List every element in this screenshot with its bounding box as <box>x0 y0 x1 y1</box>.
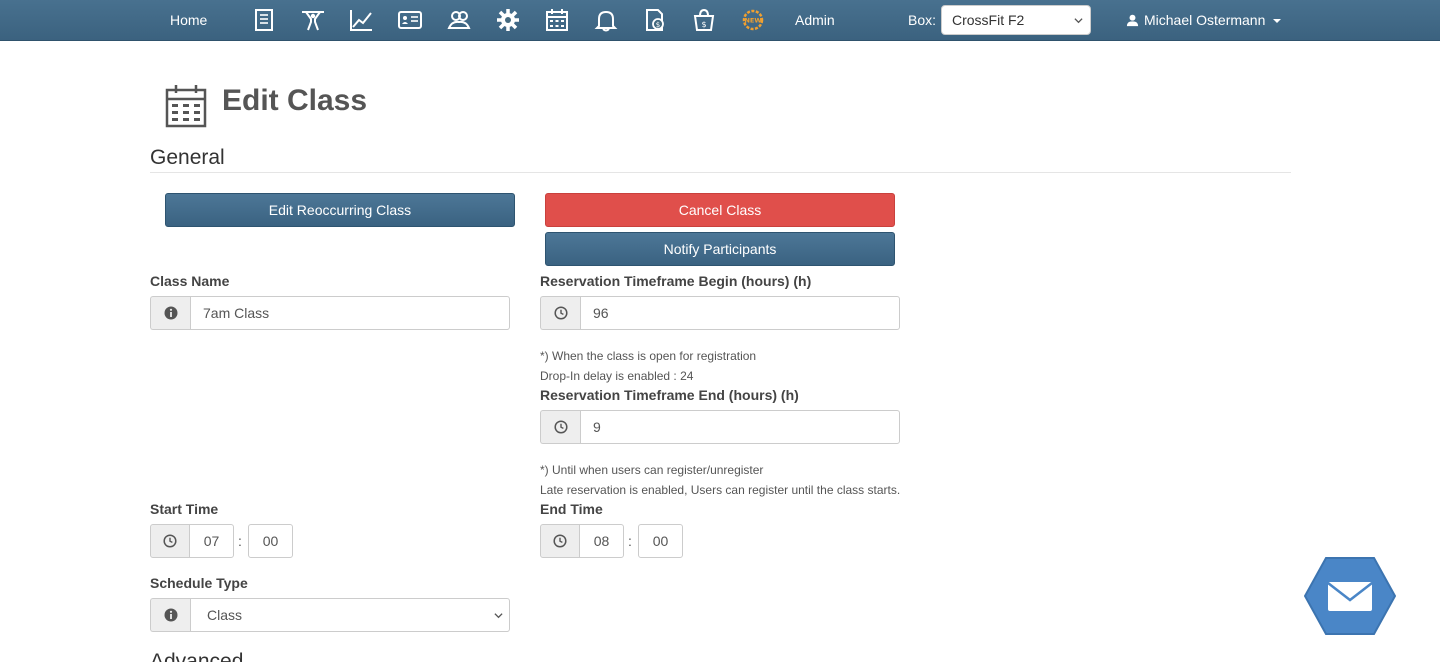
top-navbar: Home $ $ NEW Admin Box: CrossFit F2 Mich… <box>0 0 1440 41</box>
box-label: Box: <box>908 12 937 28</box>
reservation-end-label: Reservation Timeframe End (hours) (h) <box>540 387 799 403</box>
end-time-separator: : <box>628 533 632 549</box>
start-hour-input[interactable]: 07 <box>189 524 234 558</box>
new-badge-text: NEW <box>744 17 761 25</box>
bell-icon[interactable] <box>593 8 619 32</box>
box-select[interactable]: CrossFit F2 <box>941 5 1091 35</box>
schedule-type-group: Class <box>150 598 510 632</box>
chart-icon[interactable] <box>348 8 374 32</box>
user-name: Michael Ostermann <box>1144 12 1266 28</box>
section-heading-advanced: Advanced <box>150 650 244 662</box>
end-hour-input[interactable]: 08 <box>579 524 624 558</box>
class-name-input[interactable]: 7am Class <box>190 296 510 330</box>
schedule-type-label: Schedule Type <box>150 575 248 591</box>
calendar-icon[interactable] <box>544 8 570 32</box>
section-heading-general: General <box>150 146 225 169</box>
caret-down-icon <box>1273 19 1282 23</box>
section-divider <box>150 172 1291 173</box>
page-title: Edit Class <box>222 84 368 117</box>
edit-reoccurring-class-button[interactable]: Edit Reoccurring Class <box>165 193 515 227</box>
shopping-bag-icon[interactable]: $ <box>691 8 717 32</box>
user-menu[interactable]: Michael Ostermann <box>1126 12 1282 28</box>
info-icon <box>164 306 177 320</box>
reservation-begin-input[interactable]: 96 <box>580 296 900 330</box>
end-time-addon <box>540 524 580 558</box>
clock-icon <box>553 420 568 434</box>
chevron-down-icon <box>494 613 503 619</box>
reservation-end-help: *) Until when users can register/unregis… <box>540 463 764 477</box>
reservation-begin-label: Reservation Timeframe Begin (hours) (h) <box>540 273 812 289</box>
clock-icon <box>553 534 567 548</box>
start-minute-input[interactable]: 00 <box>248 524 293 558</box>
end-time-label: End Time <box>540 501 603 517</box>
calendar-page-icon <box>165 85 207 128</box>
reservation-begin-help: *) When the class is open for registrati… <box>540 349 757 363</box>
info-icon <box>164 608 177 622</box>
reservation-end-addon <box>540 410 580 444</box>
id-card-icon[interactable] <box>397 8 423 32</box>
late-reservation-note: Late reservation is enabled, Users can r… <box>540 483 901 497</box>
reservation-begin-group: 96 <box>540 296 900 330</box>
svg-text:$: $ <box>656 21 660 29</box>
clock-icon <box>163 534 177 548</box>
schedule-type-addon <box>150 598 190 632</box>
class-name-addon <box>150 296 190 330</box>
schedule-type-value: Class <box>207 607 243 623</box>
user-icon <box>1126 14 1139 26</box>
end-minute-input[interactable]: 00 <box>638 524 683 558</box>
start-time-separator: : <box>238 533 242 549</box>
reservation-end-group: 9 <box>540 410 900 444</box>
cancel-class-button[interactable]: Cancel Class <box>545 193 895 227</box>
class-name-label: Class Name <box>150 273 230 289</box>
chevron-down-icon <box>1074 18 1083 24</box>
drop-in-delay-note: Drop-In delay is enabled : 24 <box>540 369 694 383</box>
gear-icon[interactable] <box>495 8 521 32</box>
mail-icon[interactable] <box>1304 556 1396 636</box>
reservation-begin-addon <box>540 296 580 330</box>
document-icon[interactable] <box>251 8 277 32</box>
svg-text:$: $ <box>701 20 706 29</box>
users-icon[interactable] <box>446 8 472 32</box>
clock-icon <box>553 306 568 320</box>
box-select-value: CrossFit F2 <box>952 12 1025 28</box>
schedule-type-select[interactable]: Class <box>190 598 510 632</box>
nav-home-link[interactable]: Home <box>170 12 207 28</box>
notify-participants-button[interactable]: Notify Participants <box>545 232 895 266</box>
start-time-label: Start Time <box>150 501 219 517</box>
new-badge-icon[interactable]: NEW <box>740 8 766 32</box>
weightlifter-icon[interactable] <box>300 8 326 32</box>
class-name-group: 7am Class <box>150 296 510 330</box>
invoice-icon[interactable]: $ <box>642 8 668 32</box>
nav-admin-link[interactable]: Admin <box>795 12 835 28</box>
reservation-end-input[interactable]: 9 <box>580 410 900 444</box>
start-time-addon <box>150 524 190 558</box>
